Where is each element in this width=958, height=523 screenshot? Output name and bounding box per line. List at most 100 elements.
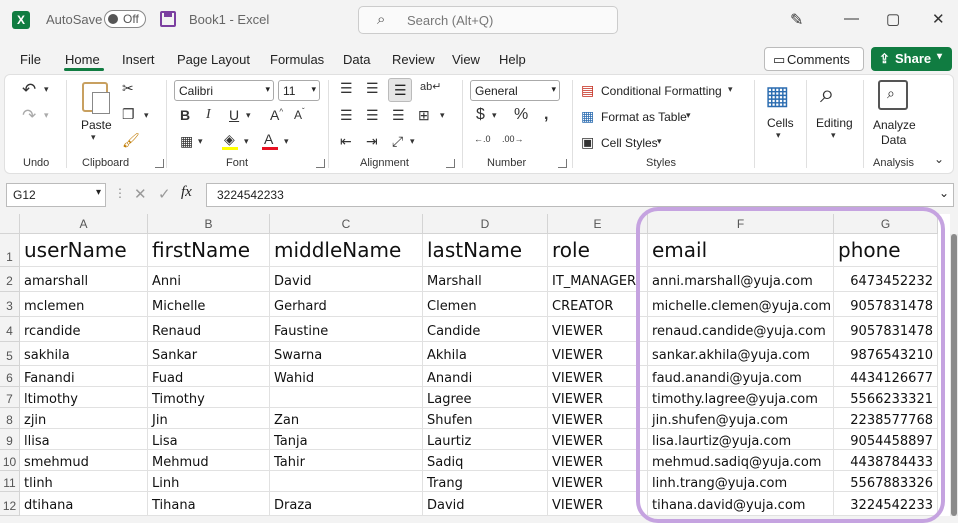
tab-help[interactable]: Help bbox=[499, 52, 526, 67]
tab-review[interactable]: Review bbox=[392, 52, 435, 67]
table-cell[interactable]: Tahir bbox=[270, 450, 423, 471]
table-cell[interactable]: VIEWER bbox=[548, 450, 648, 471]
number-format-select[interactable]: General ▾ bbox=[470, 80, 560, 101]
format-painter-icon[interactable]: 🖌 bbox=[122, 132, 140, 149]
table-cell[interactable]: Zan bbox=[270, 408, 423, 429]
chevron-down-icon[interactable]: ▾ bbox=[686, 110, 691, 121]
header-cell[interactable]: role bbox=[548, 234, 648, 267]
table-cell[interactable]: Sadiq bbox=[423, 450, 548, 471]
table-cell[interactable]: Lagree bbox=[423, 387, 548, 408]
tab-home[interactable]: Home bbox=[65, 52, 100, 67]
table-cell[interactable]: Swarna bbox=[270, 342, 423, 366]
share-button[interactable]: ⇪ Share ▾ bbox=[871, 47, 952, 71]
tab-view[interactable]: View bbox=[452, 52, 480, 67]
table-cell[interactable]: VIEWER bbox=[548, 366, 648, 387]
table-cell[interactable]: Draza bbox=[270, 492, 423, 516]
row-header-12[interactable]: 12 bbox=[0, 492, 20, 516]
scrollbar-thumb[interactable] bbox=[951, 234, 957, 516]
undo-icon[interactable]: ↶ bbox=[22, 80, 36, 100]
redo-icon[interactable]: ↷ bbox=[22, 106, 36, 126]
table-cell[interactable]: Sankar bbox=[148, 342, 270, 366]
table-cell[interactable]: Trang bbox=[423, 471, 548, 492]
chevron-down-icon[interactable]: ▾ bbox=[937, 51, 942, 62]
table-cell[interactable]: VIEWER bbox=[548, 408, 648, 429]
table-cell[interactable]: David bbox=[423, 492, 548, 516]
row-header-10[interactable]: 10 bbox=[0, 450, 20, 471]
launcher-icon[interactable] bbox=[558, 159, 567, 168]
cells-icon[interactable]: ▦ bbox=[765, 80, 790, 111]
vertical-scrollbar[interactable] bbox=[950, 234, 958, 516]
table-cell[interactable]: Michelle bbox=[148, 292, 270, 317]
percent-icon[interactable]: % bbox=[514, 106, 528, 124]
table-cell[interactable]: VIEWER bbox=[548, 387, 648, 408]
header-cell[interactable]: firstName bbox=[148, 234, 270, 267]
table-cell[interactable]: Wahid bbox=[270, 366, 423, 387]
autosave-toggle[interactable]: Off bbox=[104, 10, 146, 28]
table-cell[interactable]: Laurtiz bbox=[423, 429, 548, 450]
decrease-indent-icon[interactable]: ⇤ bbox=[340, 133, 352, 150]
table-cell[interactable]: ltimothy bbox=[20, 387, 148, 408]
wrap-text-icon[interactable]: ab↵ bbox=[420, 80, 441, 93]
font-name-select[interactable]: Calibri ▾ bbox=[174, 80, 274, 101]
save-icon[interactable] bbox=[160, 11, 176, 27]
font-size-select[interactable]: 11 ▾ bbox=[278, 80, 320, 101]
conditional-formatting-icon[interactable]: ▤ bbox=[581, 82, 594, 99]
row-header-8[interactable]: 8 bbox=[0, 408, 20, 429]
table-cell[interactable]: mclemen bbox=[20, 292, 148, 317]
decrease-decimal-icon[interactable]: .00→ bbox=[502, 134, 524, 144]
chevron-down-icon[interactable]: ▾ bbox=[246, 110, 251, 121]
orientation-icon[interactable]: ⤢ bbox=[392, 133, 403, 150]
increase-indent-icon[interactable]: ⇥ bbox=[366, 133, 378, 150]
tab-page-layout[interactable]: Page Layout bbox=[177, 52, 250, 67]
align-left-icon[interactable]: ☰ bbox=[340, 107, 353, 124]
table-cell[interactable]: Anandi bbox=[423, 366, 548, 387]
copy-icon[interactable]: ❐ bbox=[122, 106, 135, 123]
enter-icon[interactable]: ✓ bbox=[158, 185, 171, 203]
table-cell[interactable]: Renaud bbox=[148, 317, 270, 342]
align-top-icon[interactable]: ☰ bbox=[340, 80, 353, 97]
comma-style-icon[interactable]: , bbox=[544, 106, 548, 124]
table-cell[interactable]: Linh bbox=[148, 471, 270, 492]
chevron-down-icon[interactable]: ▾ bbox=[410, 136, 415, 147]
restore-button[interactable]: ▢ bbox=[886, 10, 900, 28]
align-bottom-button[interactable]: ☰ bbox=[388, 78, 412, 102]
row-header-2[interactable]: 2 bbox=[0, 267, 20, 292]
column-header-d[interactable]: D bbox=[423, 214, 548, 234]
row-header-9[interactable]: 9 bbox=[0, 429, 20, 450]
table-cell[interactable]: dtihana bbox=[20, 492, 148, 516]
table-cell[interactable] bbox=[270, 471, 423, 492]
tab-data[interactable]: Data bbox=[343, 52, 370, 67]
table-cell[interactable]: Gerhard bbox=[270, 292, 423, 317]
header-cell[interactable]: userName bbox=[20, 234, 148, 267]
table-cell[interactable]: tlinh bbox=[20, 471, 148, 492]
conditional-formatting-button[interactable]: Conditional Formatting bbox=[601, 84, 722, 98]
row-header-7[interactable]: 7 bbox=[0, 387, 20, 408]
pen-icon[interactable]: ✎ bbox=[790, 10, 803, 30]
table-cell[interactable]: David bbox=[270, 267, 423, 292]
cancel-icon[interactable]: ✕ bbox=[134, 185, 147, 203]
tab-file[interactable]: File bbox=[20, 52, 41, 67]
column-header-b[interactable]: B bbox=[148, 214, 270, 234]
table-cell[interactable]: VIEWER bbox=[548, 317, 648, 342]
table-cell[interactable]: Shufen bbox=[423, 408, 548, 429]
tab-formulas[interactable]: Formulas bbox=[270, 52, 324, 67]
table-cell[interactable]: VIEWER bbox=[548, 429, 648, 450]
chevron-down-icon[interactable]: ▾ bbox=[44, 110, 49, 121]
editing-button[interactable]: Editing bbox=[816, 116, 853, 130]
analyze-label[interactable]: Analyze bbox=[873, 118, 916, 132]
format-as-table-button[interactable]: Format as Table bbox=[601, 110, 687, 124]
fill-color-icon[interactable]: ◈ bbox=[224, 131, 235, 148]
table-cell[interactable]: Jin bbox=[148, 408, 270, 429]
table-cell[interactable]: Mehmud bbox=[148, 450, 270, 471]
paste-icon[interactable] bbox=[82, 82, 110, 114]
table-cell[interactable]: VIEWER bbox=[548, 342, 648, 366]
chevron-down-icon[interactable]: ▾ bbox=[776, 130, 781, 141]
search-box[interactable]: ⌕ Search (Alt+Q) bbox=[358, 6, 618, 34]
borders-icon[interactable]: ▦ bbox=[180, 133, 193, 150]
font-color-icon[interactable]: A bbox=[264, 131, 273, 147]
merge-center-icon[interactable]: ⊞ bbox=[418, 107, 430, 124]
table-cell[interactable]: amarshall bbox=[20, 267, 148, 292]
table-cell[interactable]: VIEWER bbox=[548, 492, 648, 516]
header-cell[interactable]: middleName bbox=[270, 234, 423, 267]
cell-styles-icon[interactable]: ▣ bbox=[581, 134, 594, 151]
